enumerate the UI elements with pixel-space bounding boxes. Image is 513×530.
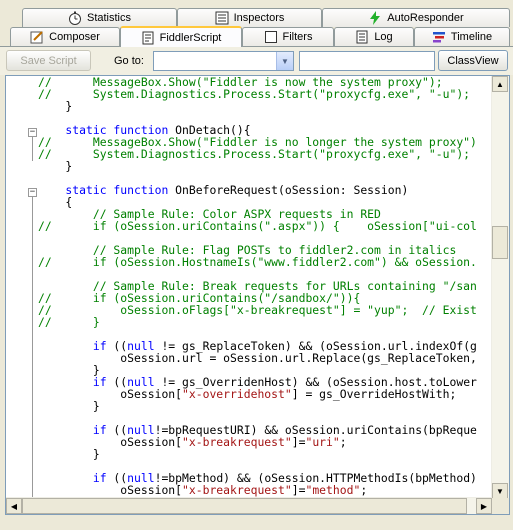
composer-icon [30, 30, 44, 44]
timeline-icon [432, 30, 446, 44]
code-token: } [38, 159, 73, 173]
code-token: "x-breakrequest" [182, 435, 292, 449]
code-line: oSession["x-breakrequest"]="uri"; [38, 436, 477, 448]
save-script-button[interactable]: Save Script [6, 50, 91, 71]
checkbox-icon [264, 30, 278, 44]
tab-label: FiddlerScript [159, 31, 222, 44]
code-line: } [38, 448, 477, 460]
stopwatch-icon [68, 11, 82, 25]
code-token: } [38, 447, 100, 461]
scroll-down-icon[interactable]: ▼ [492, 483, 508, 499]
code-token: ] = gs_OverrideHostWith; [291, 387, 457, 401]
tab-statistics[interactable]: Statistics [22, 8, 177, 27]
tab-inspectors[interactable]: Inspectors [177, 8, 322, 27]
search-input[interactable] [299, 51, 435, 71]
code-token: // System.Diagnostics.Process.Start("pro… [38, 147, 471, 161]
code-token: } [38, 99, 73, 113]
scroll-thumb[interactable] [492, 226, 508, 259]
tab-label: Statistics [86, 12, 131, 24]
code-token: "uri" [305, 435, 340, 449]
script-icon [141, 31, 155, 45]
tab-fiddlerscript[interactable]: FiddlerScript [120, 26, 242, 47]
tab-row-2: Composer FiddlerScript Filters Log Timel… [0, 26, 513, 47]
code-token: // if (oSession.uriContains(".aspx")) { … [38, 219, 477, 233]
code-token: ]= [291, 483, 306, 497]
code-line: } [38, 160, 477, 172]
code-token: "x-breakrequest" [182, 483, 292, 497]
code-token: "x-overridehost" [182, 387, 292, 401]
fold-toggle-icon[interactable]: − [28, 188, 37, 197]
code-line: oSession["x-breakrequest"]="method"; [38, 484, 477, 496]
code-token: } [38, 399, 100, 413]
inspectors-icon [215, 11, 229, 25]
code-line: oSession["x-overridehost"] = gs_Override… [38, 388, 477, 400]
code-line: static function OnBeforeRequest(oSession… [38, 184, 477, 196]
chevron-down-icon[interactable]: ▼ [276, 52, 293, 70]
code-line: } [38, 400, 477, 412]
code-line: // oSession.oFlags["x-breakrequest"] = "… [38, 304, 477, 316]
tab-composer[interactable]: Composer [10, 27, 120, 46]
goto-label: Go to: [114, 55, 144, 67]
fold-toggle-icon[interactable]: − [28, 128, 37, 137]
code-token: // oSession.oFlags["x-breakrequest"] = "… [38, 303, 477, 317]
code-line: // } [38, 316, 477, 328]
code-token: // System.Diagnostics.Process.Start("pro… [38, 87, 471, 101]
scroll-left-icon[interactable]: ◀ [6, 498, 22, 514]
code-line: // if (oSession.HostnameIs("www.fiddler2… [38, 256, 477, 268]
tab-timeline[interactable]: Timeline [414, 27, 510, 46]
tab-label: Timeline [450, 31, 493, 43]
scroll-up-icon[interactable]: ▲ [492, 76, 508, 92]
vertical-scrollbar[interactable]: ▲ ▼ [491, 76, 509, 499]
classview-button[interactable]: ClassView [438, 50, 508, 71]
code-token: OnBeforeRequest(oSession: Session) [168, 183, 409, 197]
code-line: } [38, 100, 477, 112]
scroll-thumb[interactable] [22, 498, 467, 514]
tab-row-1: Statistics Inspectors AutoResponder [0, 8, 513, 27]
code-line: // System.Diagnostics.Process.Start("pro… [38, 88, 477, 100]
tab-label: Inspectors [233, 12, 285, 24]
scroll-right-icon[interactable]: ▶ [476, 498, 492, 514]
tab-log[interactable]: Log [334, 27, 414, 46]
tab-label: Filters [282, 31, 313, 43]
tab-label: Composer [49, 31, 100, 43]
fold-line [32, 137, 33, 161]
code-line: oSession.url = oSession.url.Replace(gs_R… [38, 352, 477, 364]
code-token: ; [339, 435, 347, 449]
code-line: // if (oSession.uriContains(".aspx")) { … [38, 220, 477, 232]
code-token: ; [360, 483, 368, 497]
script-toolbar: Save Script Go to: ▼ ClassView [0, 46, 513, 75]
scroll-corner [492, 498, 509, 514]
code-token: "method" [305, 483, 361, 497]
code-token: // if (oSession.HostnameIs("www.fiddler2… [38, 255, 477, 269]
tab-filters[interactable]: Filters [242, 27, 334, 46]
code-token: // } [38, 315, 100, 329]
fold-line [32, 197, 33, 499]
goto-combobox[interactable]: ▼ [153, 51, 294, 71]
script-editor[interactable]: − − // MessageBox.Show("Fiddler is now t… [5, 75, 510, 515]
code-line: // System.Diagnostics.Process.Start("pro… [38, 148, 477, 160]
lightning-icon [368, 11, 382, 25]
tab-label: Log [374, 31, 393, 43]
code-token: ]= [291, 435, 306, 449]
horizontal-scrollbar[interactable]: ◀ ▶ [6, 497, 492, 514]
log-icon [355, 30, 369, 44]
tab-autoresponder[interactable]: AutoResponder [322, 8, 510, 27]
fold-gutter: − − [6, 76, 37, 499]
code-token: oSession.url = oSession.url.Replace(gs_R… [38, 351, 477, 365]
tab-label: AutoResponder [387, 12, 464, 24]
code-text[interactable]: // MessageBox.Show("Fiddler is now the s… [38, 76, 477, 508]
